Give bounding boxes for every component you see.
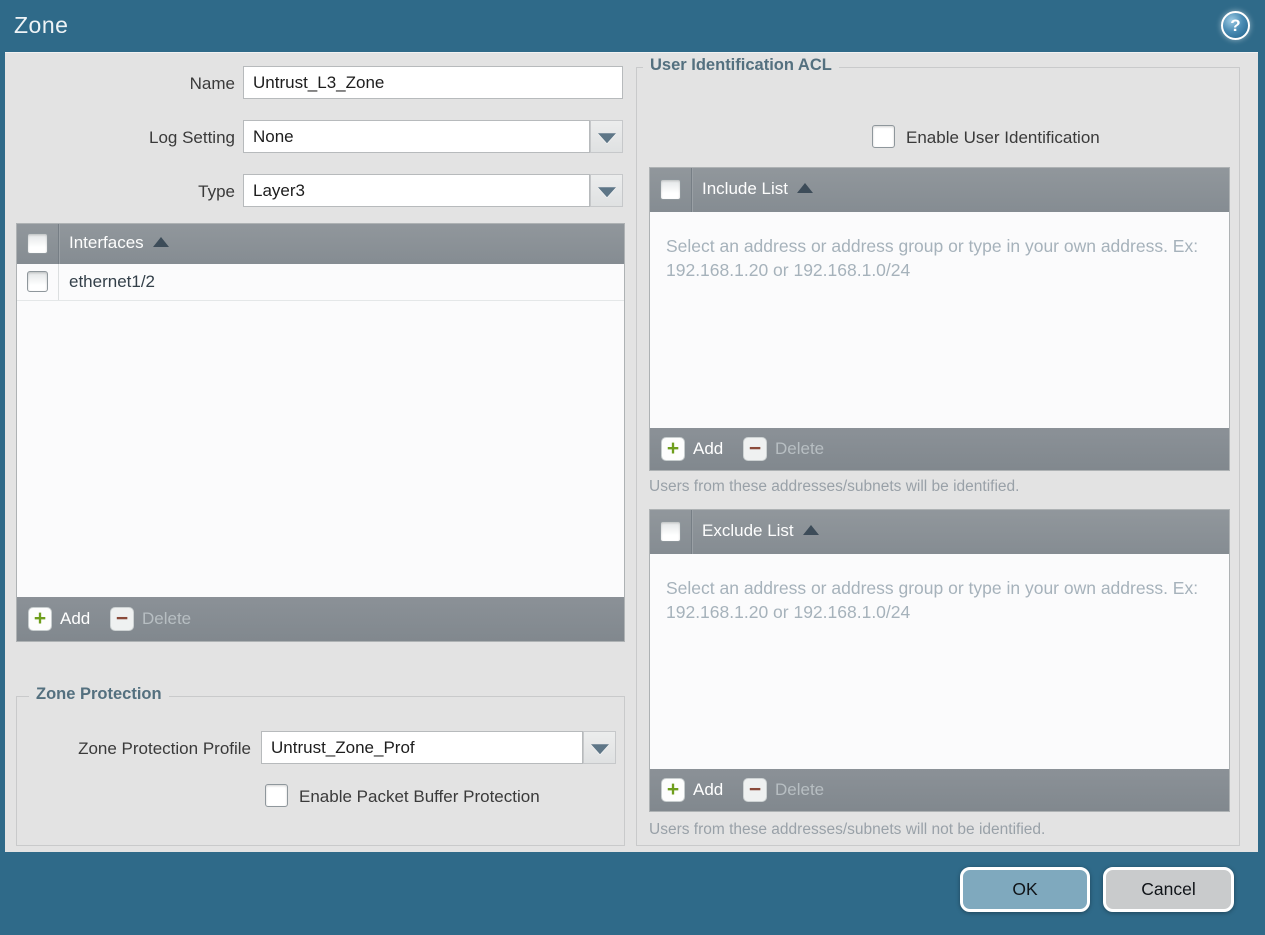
include-add-button[interactable]: + Add [661,436,723,462]
exclude-list-toolbar: + Add − Delete [650,769,1229,811]
add-icon: + [28,607,52,631]
exclude-add-button[interactable]: + Add [661,777,723,803]
dialog-titlebar: Zone ? [0,0,1265,52]
interfaces-add-button[interactable]: + Add [28,606,90,632]
include-list-body[interactable]: Select an address or address group or ty… [650,212,1229,428]
interfaces-grid: Interfaces ethernet1/2 + Add − Delete [16,223,625,642]
type-dropdown-button[interactable] [590,174,623,207]
exclude-list-grid: Exclude List Select an address or addres… [649,509,1230,812]
type-select[interactable]: Layer3 [243,174,590,207]
interfaces-grid-header: Interfaces [17,224,624,264]
zone-protection-fieldset: Zone Protection Zone Protection Profile … [16,685,625,846]
delete-icon: − [743,437,767,461]
sort-ascending-icon [802,525,819,535]
chevron-down-icon [590,743,609,754]
user-id-acl-fieldset: User Identification ACL Enable User Iden… [636,56,1240,846]
log-setting-label: Log Setting [148,128,235,147]
delete-icon: − [110,607,134,631]
include-select-all-checkbox[interactable] [660,179,681,200]
log-setting-dropdown-button[interactable] [590,120,623,153]
user-id-acl-legend: User Identification ACL [643,56,839,75]
interfaces-select-all-checkbox[interactable] [27,233,48,254]
dialog-body: Name Untrust_L3_Zone Log Setting None Ty… [5,52,1258,852]
interface-row-label: ethernet1/2 [69,272,156,291]
delete-icon: − [743,778,767,802]
cancel-button[interactable]: Cancel [1103,867,1234,912]
interface-row-checkbox-cell [17,264,59,300]
zone-dialog: Zone ? Name Untrust_L3_Zone Log Setting … [0,0,1265,935]
exclude-list-column-header[interactable]: Exclude List [702,521,819,541]
include-list-placeholder: Select an address or address group or ty… [666,236,1199,281]
name-label: Name [189,74,235,93]
include-delete-label: Delete [775,439,825,458]
exclude-select-all-checkbox[interactable] [660,521,681,542]
exclude-list-placeholder: Select an address or address group or ty… [666,578,1199,623]
add-icon: + [661,778,685,802]
dialog-title: Zone [14,12,69,38]
interfaces-grid-toolbar: + Add − Delete [17,597,624,641]
enable-user-identification-label: Enable User Identification [906,128,1100,147]
include-list-toolbar: + Add − Delete [650,428,1229,470]
exclude-add-label: Add [693,780,724,799]
sort-ascending-icon [152,237,169,247]
exclude-list-body[interactable]: Select an address or address group or ty… [650,554,1229,769]
interfaces-column-header[interactable]: Interfaces [69,233,169,253]
interfaces-delete-button[interactable]: − Delete [110,606,191,632]
ok-button[interactable]: OK [960,867,1090,912]
interface-row-checkbox[interactable] [27,271,48,292]
zone-protection-profile-label: Zone Protection Profile [78,739,251,758]
include-delete-button[interactable]: − Delete [743,436,824,462]
exclude-list-caption: Users from these addresses/subnets will … [649,821,1046,838]
include-list-grid: Include List Select an address or addres… [649,167,1230,471]
zone-protection-profile-select[interactable]: Untrust_Zone_Prof [261,731,583,764]
type-label: Type [198,182,235,201]
interfaces-add-label: Add [60,609,91,628]
include-list-caption: Users from these addresses/subnets will … [649,478,1020,495]
interface-row[interactable]: ethernet1/2 [17,264,624,301]
include-select-all-cell [650,168,692,212]
add-icon: + [661,437,685,461]
zone-protection-profile-dropdown-button[interactable] [583,731,616,764]
exclude-select-all-cell [650,510,692,554]
interfaces-select-all-cell [17,224,59,264]
chevron-down-icon [597,132,616,143]
include-list-column-header[interactable]: Include List [702,179,813,199]
log-setting-select[interactable]: None [243,120,590,153]
sort-ascending-icon [797,183,813,193]
interfaces-delete-label: Delete [142,609,192,628]
exclude-delete-label: Delete [775,780,825,799]
packet-buffer-protection-checkbox[interactable] [265,784,288,807]
include-list-header: Include List [650,168,1229,212]
help-icon[interactable]: ? [1221,11,1250,40]
exclude-list-header: Exclude List [650,510,1229,554]
interfaces-grid-body: ethernet1/2 [17,264,624,598]
chevron-down-icon [597,186,616,197]
packet-buffer-protection-label: Enable Packet Buffer Protection [299,787,540,806]
include-add-label: Add [693,439,724,458]
exclude-delete-button[interactable]: − Delete [743,777,824,803]
name-input[interactable]: Untrust_L3_Zone [243,66,623,99]
zone-protection-legend: Zone Protection [29,685,169,704]
enable-user-identification-checkbox[interactable] [872,125,895,148]
